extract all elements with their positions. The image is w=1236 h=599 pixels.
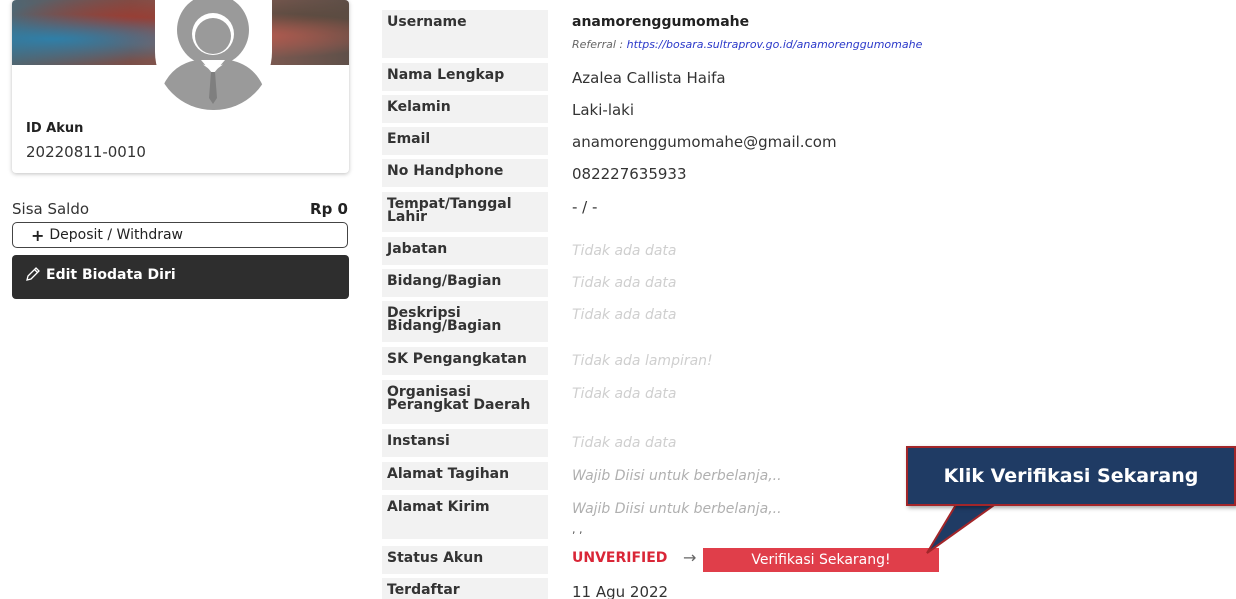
status-label: Status Akun [382,546,548,574]
full-name-value: Azalea Callista Haifa [572,69,726,87]
username-label: Username [382,10,548,58]
plus-icon: + [31,225,45,245]
shipping-address-label: Alamat Kirim [382,495,548,539]
position-value: Tidak ada data [572,243,677,259]
billing-address-label: Alamat Tagihan [382,462,548,490]
edit-biodata-button[interactable]: Edit Biodata Diri [12,255,349,299]
pencil-icon [26,267,40,281]
registered-label: Terdaftar [382,578,548,599]
birth-label-line2: Lahir [387,209,428,225]
birth-label: Tempat/Tanggal Lahir [382,192,548,232]
organization-value: Tidak ada data [572,386,677,402]
referral-prefix: Referral : [572,38,624,51]
full-name-label: Nama Lengkap [382,63,548,91]
edit-biodata-label: Edit Biodata Diri [46,267,176,283]
phone-value: 082227635933 [572,165,687,183]
phone-label: No Handphone [382,159,548,187]
gender-label: Kelamin [382,95,548,123]
status-badge: UNVERIFIED [572,550,668,566]
profile-card: ID Akun 20220811-0010 [12,0,349,173]
position-label: Jabatan [382,237,548,265]
appointment-value: Tidak ada lampiran! [572,353,713,369]
deposit-withdraw-label: Deposit / Withdraw [49,227,184,243]
gender-value: Laki-laki [572,101,635,119]
division-desc-label-line2: Bidang/Bagian [387,318,502,334]
billing-address-value: Wajib Diisi untuk berbelanja,.. [572,468,782,484]
organization-label: Organisasi Perangkat Daerah [382,380,548,424]
email-value: anamorenggumomahe@gmail.com [572,133,837,151]
agency-value: Tidak ada data [572,435,677,451]
division-label: Bidang/Bagian [382,269,548,297]
registered-value: 11 Agu 2022 [572,583,669,599]
balance-value: Rp 0 [310,200,348,218]
division-value: Tidak ada data [572,275,677,291]
agency-label: Instansi [382,429,548,457]
deposit-withdraw-button[interactable]: + Deposit / Withdraw [12,222,348,248]
shipping-address-extra: , , [572,523,583,536]
shipping-address-value: Wajib Diisi untuk berbelanja,.. [572,501,782,517]
username-value: anamorenggumomahe [572,14,750,30]
birth-value: - / - [572,198,598,216]
division-desc-value: Tidak ada data [572,307,677,323]
appointment-label: SK Pengangkatan [382,347,548,375]
division-desc-label: Deskripsi Bidang/Bagian [382,301,548,342]
avatar-silhouette-icon [163,0,263,110]
account-id-label: ID Akun [26,121,84,136]
account-id-value: 20220811-0010 [26,143,146,161]
referral-link: Referral : https://bosara.sultraprov.go.… [572,38,922,51]
avatar [155,0,272,110]
referral-url[interactable]: https://bosara.sultraprov.go.id/anamoren… [627,38,923,51]
arrow-right-icon: → [683,548,697,567]
email-label: Email [382,127,548,155]
organization-label-line2: Perangkat Daerah [387,397,531,413]
verify-callout: Klik Verifikasi Sekarang [906,446,1236,506]
balance-label: Sisa Saldo [12,200,90,218]
